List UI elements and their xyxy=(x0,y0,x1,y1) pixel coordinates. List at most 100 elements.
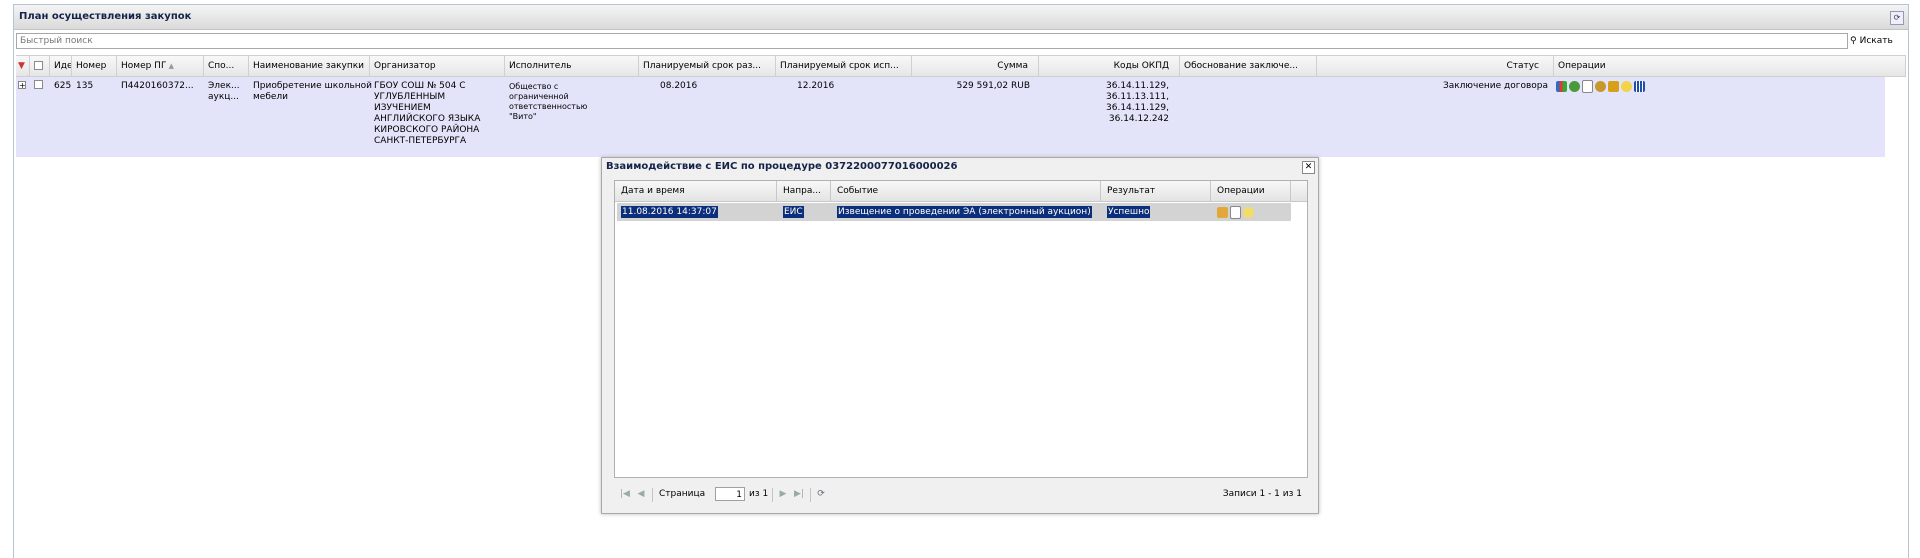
cell-planned-end: 12.2016 xyxy=(797,81,835,91)
panel-title: План осуществления закупок xyxy=(19,11,192,22)
binoculars-icon: ⚲ xyxy=(1850,36,1857,46)
cell-id: 625 xyxy=(54,81,72,91)
pager-separator xyxy=(810,488,811,502)
cell-name-line: Приобретение школьной xyxy=(253,81,373,91)
next-page-icon[interactable]: ▶ xyxy=(778,489,788,499)
notes-icon[interactable] xyxy=(1243,207,1254,218)
search-button[interactable]: ⚲ Искать xyxy=(1850,34,1893,48)
cell-executor-line: ответственностью xyxy=(509,102,588,111)
chart-icon[interactable] xyxy=(1556,81,1567,92)
cell-organizer-line: ГБОУ СОШ № 504 С xyxy=(374,81,466,91)
grid-header: ▼ Идє Номер Номер ПГ ▲ Спо... Наименован… xyxy=(16,55,1906,77)
cell-okpd-line: 36.14.11.129, xyxy=(1106,103,1169,113)
col-pg-number-label: Номер ПГ xyxy=(121,61,167,71)
cell-okpd: 36.14.11.129, 36.11.13.111, 36.14.11.129… xyxy=(1039,81,1169,125)
col-event[interactable]: Событие xyxy=(831,181,1101,201)
col-sum[interactable]: Сумма xyxy=(912,56,1039,76)
cell-executor-line: Общество с xyxy=(509,82,559,91)
prev-page-icon[interactable]: ◀ xyxy=(636,489,646,499)
cell-dialog-operations xyxy=(1217,206,1256,219)
gear-icon[interactable] xyxy=(1569,81,1580,92)
star-icon[interactable] xyxy=(1621,81,1632,92)
search-button-label: Искать xyxy=(1859,36,1893,46)
package-icon[interactable] xyxy=(1217,207,1228,218)
col-result[interactable]: Результат xyxy=(1101,181,1211,201)
pager-separator xyxy=(772,488,773,502)
col-planned-start[interactable]: Планируемый срок раз... xyxy=(639,56,776,76)
cell-organizer-line: КИРОВСКОГО РАЙОНА xyxy=(374,125,480,135)
cell-method-line: аукц... xyxy=(208,92,239,102)
page-of-label: из 1 xyxy=(749,489,769,499)
cell-organizer-line: УГЛУБЛЕННЫМ xyxy=(374,92,446,102)
cell-sum: 529 591,02 RUB xyxy=(956,81,1030,91)
page-label: Страница xyxy=(659,489,706,499)
document-view-icon[interactable] xyxy=(1230,206,1241,219)
records-count: Записи 1 - 1 из 1 xyxy=(1222,489,1302,499)
cell-okpd-line: 36.14.11.129, xyxy=(1106,81,1169,91)
row-checkbox[interactable] xyxy=(34,80,43,89)
cell-organizer: ГБОУ СОШ № 504 С УГЛУБЛЕННЫМ ИЗУЧЕНИЕМ А… xyxy=(374,81,480,147)
cell-executor-line: ограниченной xyxy=(509,92,569,101)
document-icon[interactable] xyxy=(1582,80,1593,93)
col-status[interactable]: Статус xyxy=(1317,56,1554,76)
cell-name-line: мебели xyxy=(253,92,289,102)
table-row[interactable]: + 625 135 П4420160372... Элек... аукц...… xyxy=(16,77,1885,157)
dialog-title: Взаимодействие с ЕИС по процедуре 037220… xyxy=(606,161,958,172)
cell-executor: Общество с ограниченной ответственностью… xyxy=(509,82,587,122)
col-operations[interactable]: Операции xyxy=(1554,56,1906,76)
col-dialog-operations[interactable]: Операции xyxy=(1211,181,1291,201)
cell-organizer-line: САНКТ-ПЕТЕРБУРГА xyxy=(374,136,467,146)
cell-method: Элек... аукц... xyxy=(208,81,240,103)
cell-planned-start: 08.2016 xyxy=(660,81,698,91)
close-icon[interactable]: ✕ xyxy=(1302,161,1315,174)
emblem-icon[interactable] xyxy=(1595,81,1606,92)
col-okpd[interactable]: Коды ОКПД xyxy=(1039,56,1180,76)
table-row[interactable]: 11.08.2016 14:37:07 ЕИС Извещение о пров… xyxy=(617,203,1291,221)
refresh-icon[interactable]: ⟳ xyxy=(1890,11,1904,25)
col-pg-number[interactable]: Номер ПГ ▲ xyxy=(117,56,204,76)
pager-separator xyxy=(652,488,653,502)
dialog-grid: Дата и время Напра... Событие Результат … xyxy=(614,180,1308,478)
cell-okpd-line: 36.11.13.111, xyxy=(1106,92,1169,102)
columns-icon[interactable] xyxy=(1634,81,1645,92)
cell-okpd-line: 36.14.12.242 xyxy=(1108,114,1169,124)
col-number[interactable]: Номер xyxy=(72,56,117,76)
cell-number: 135 xyxy=(76,81,94,91)
cell-operations xyxy=(1556,80,1647,93)
cell-status: Заключение договора xyxy=(1442,81,1548,91)
search-input[interactable]: Быстрый поиск xyxy=(16,33,1848,49)
col-justification[interactable]: Обоснование заключе... xyxy=(1180,56,1317,76)
col-executor[interactable]: Исполнитель xyxy=(505,56,639,76)
col-name[interactable]: Наименование закупки xyxy=(249,56,370,76)
col-planned-end[interactable]: Планируемый срок исп... xyxy=(776,56,912,76)
cell-datetime: 11.08.2016 14:37:07 xyxy=(621,206,718,218)
cell-executor-line: "Вито" xyxy=(509,112,537,121)
cell-organizer-line: АНГЛИЙСКОГО ЯЗЫКА xyxy=(374,114,481,124)
cell-method-line: Элек... xyxy=(208,81,240,91)
dialog-grid-header: Дата и время Напра... Событие Результат … xyxy=(615,181,1307,202)
col-direction[interactable]: Напра... xyxy=(777,181,831,201)
cell-pg-number: П4420160372... xyxy=(121,81,194,91)
eis-interaction-dialog: Взаимодействие с ЕИС по процедуре 037220… xyxy=(601,157,1319,514)
col-datetime[interactable]: Дата и время xyxy=(615,181,777,201)
panel-header: План осуществления закупок ⟳ xyxy=(14,5,1908,30)
first-page-icon[interactable]: |◀ xyxy=(620,489,630,499)
sort-asc-icon: ▲ xyxy=(166,62,175,70)
col-id[interactable]: Идє xyxy=(50,56,72,76)
last-page-icon[interactable]: ▶| xyxy=(794,489,804,499)
cell-direction: ЕИС xyxy=(783,206,804,218)
pager: |◀ ◀ Страница 1 из 1 ▶ ▶| ⟳ Записи 1 - 1… xyxy=(614,484,1306,506)
select-all-checkbox-cell[interactable] xyxy=(30,56,50,76)
select-all-checkbox[interactable] xyxy=(34,61,43,70)
col-organizer[interactable]: Организатор xyxy=(370,56,505,76)
refresh-icon[interactable]: ⟳ xyxy=(816,489,826,499)
page-number-input[interactable]: 1 xyxy=(715,487,745,501)
search-bar: Быстрый поиск ⚲ Искать xyxy=(14,33,1908,51)
scroll-icon[interactable] xyxy=(1608,81,1619,92)
col-method[interactable]: Спо... xyxy=(204,56,249,76)
filter-clear-icon[interactable]: ▼ xyxy=(16,56,30,76)
cell-event: Извещение о проведении ЭА (электронный а… xyxy=(837,206,1092,218)
expand-row-icon[interactable]: + xyxy=(18,81,26,90)
cell-name: Приобретение школьной мебели xyxy=(253,81,372,103)
cell-organizer-line: ИЗУЧЕНИЕМ xyxy=(374,103,431,113)
